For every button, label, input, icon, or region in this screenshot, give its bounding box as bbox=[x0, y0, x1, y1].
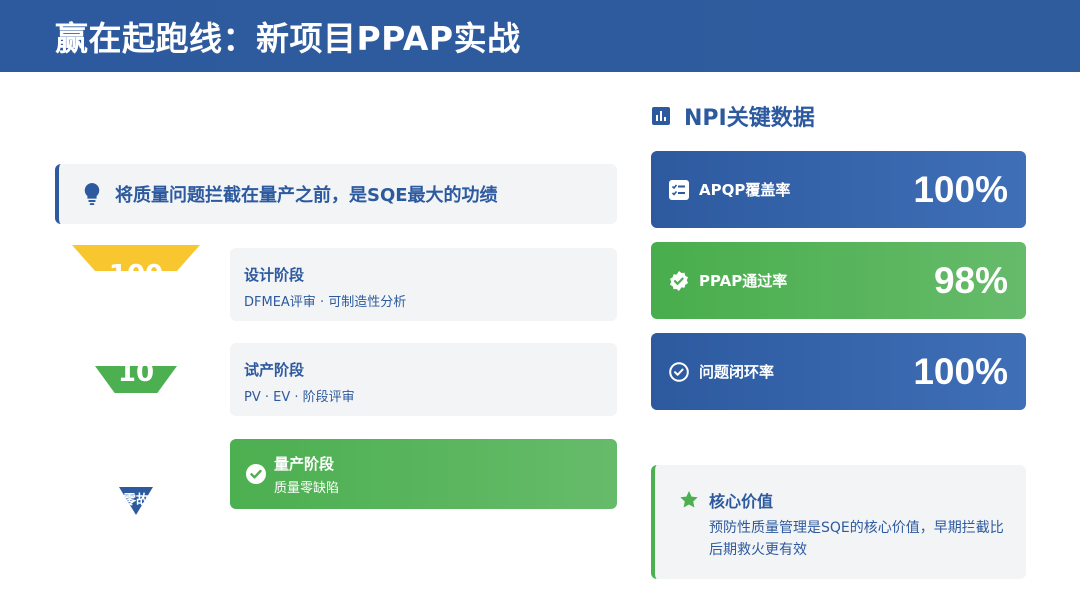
core-value-desc: 预防性质量管理是SQE的核心价值，早期拦截比后期救火更有效 bbox=[709, 520, 1004, 558]
verified-badge-icon bbox=[670, 270, 688, 291]
stage-desc: DFMEA评审 · 可制造性分析 bbox=[244, 295, 407, 310]
metric-label: PPAP通过率 bbox=[699, 272, 788, 290]
funnel-bottom-segment: 零故 bbox=[119, 487, 153, 515]
npi-heading: NPI关键数据 bbox=[652, 100, 815, 132]
funnel-middle-segment: 10 bbox=[95, 366, 177, 393]
checklist-icon bbox=[669, 179, 689, 200]
metric-label: 问题闭环率 bbox=[699, 363, 775, 381]
metric-card-apqp: APQP覆盖率 100% bbox=[651, 151, 1026, 228]
metric-card-ppap: PPAP通过率 98% bbox=[651, 242, 1026, 319]
star-icon bbox=[680, 491, 698, 508]
metric-value: 100% bbox=[913, 350, 1008, 392]
metric-value: 98% bbox=[933, 259, 1008, 301]
check-circle-icon bbox=[246, 464, 266, 484]
stage-title: 量产阶段 bbox=[274, 454, 335, 473]
stage-title: 设计阶段 bbox=[244, 266, 305, 284]
funnel-label-top: 100 bbox=[109, 262, 163, 271]
bar-chart-icon bbox=[652, 107, 670, 125]
funnel-label-bottom: 零故 bbox=[122, 493, 149, 508]
funnel-top-segment: 100 bbox=[72, 245, 200, 271]
slide-header: 赢在起跑线：新项目PPAP实战 bbox=[0, 0, 1080, 72]
stage-desc: PV · EV · 阶段评审 bbox=[244, 390, 355, 405]
stage-card-mass-production: 量产阶段 质量零缺陷 bbox=[230, 439, 617, 509]
funnel-label-middle: 10 bbox=[117, 366, 155, 388]
tip-text: 将质量问题拦截在量产之前，是SQE最大的功绩 bbox=[115, 185, 498, 206]
metric-value: 100% bbox=[913, 168, 1008, 210]
core-value-card: 核心价值 预防性质量管理是SQE的核心价值，早期拦截比后期救火更有效 bbox=[651, 465, 1026, 579]
lightbulb-icon bbox=[84, 183, 100, 205]
metric-card-closure: 问题闭环率 100% bbox=[651, 333, 1026, 410]
stage-card-design: 设计阶段 DFMEA评审 · 可制造性分析 bbox=[230, 248, 617, 321]
stage-card-trial: 试产阶段 PV · EV · 阶段评审 bbox=[230, 343, 617, 416]
core-value-title: 核心价值 bbox=[709, 492, 774, 511]
stage-desc: 质量零缺陷 bbox=[274, 480, 340, 496]
check-circle-icon bbox=[669, 361, 689, 382]
slide-title: 赢在起跑线：新项目PPAP实战 bbox=[55, 19, 521, 58]
tip-callout: 将质量问题拦截在量产之前，是SQE最大的功绩 bbox=[55, 164, 617, 224]
metric-label: APQP覆盖率 bbox=[699, 181, 791, 199]
stage-title: 试产阶段 bbox=[244, 361, 305, 379]
npi-heading-text: NPI关键数据 bbox=[684, 106, 815, 131]
